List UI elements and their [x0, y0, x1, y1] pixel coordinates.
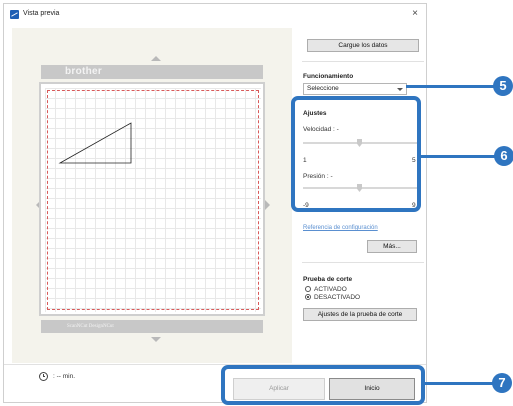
- callout-6-frame: [291, 96, 421, 212]
- title-bar: Vista previa ×: [4, 4, 426, 26]
- scroll-up-arrow-icon[interactable]: [151, 56, 161, 61]
- load-data-button[interactable]: Cargue los datos: [307, 39, 419, 52]
- estimated-time: : -- min.: [53, 373, 76, 380]
- mat-bottom-logos: ScanNCut DesignNCut: [67, 324, 114, 329]
- scroll-down-arrow-icon[interactable]: [151, 337, 161, 342]
- more-button[interactable]: Más...: [367, 240, 417, 253]
- callout-6-badge: 6: [494, 146, 513, 166]
- funcionamiento-heading: Funcionamiento: [303, 73, 354, 80]
- callout-5-line: [406, 85, 494, 88]
- callout-6-line: [421, 155, 495, 158]
- divider: [302, 262, 424, 263]
- callout-5-badge: 5: [493, 76, 513, 96]
- brand-logo: brother: [65, 66, 103, 77]
- clock-icon: [39, 372, 48, 381]
- mat-bottom-bar: ScanNCut DesignNCut: [41, 320, 263, 333]
- cutting-mat: [39, 82, 265, 316]
- operation-select[interactable]: Seleccione: [303, 83, 407, 95]
- config-reference-link[interactable]: Referencia de configuración: [303, 225, 378, 231]
- cut-test-off-radio[interactable]: [305, 294, 311, 300]
- mat-top-bar: brother: [41, 65, 263, 79]
- operation-select-value: Seleccione: [307, 85, 339, 92]
- callout-7-frame: [221, 365, 425, 405]
- chevron-down-icon: [397, 88, 403, 91]
- divider: [302, 61, 424, 62]
- triangle-shape: [58, 122, 132, 164]
- callout-7-line: [425, 382, 493, 385]
- app-icon: [10, 10, 19, 19]
- mat-preview: brother ScanNCut DesignNCut: [12, 28, 292, 363]
- window-title: Vista previa: [23, 10, 60, 17]
- callout-7-badge: 7: [492, 373, 512, 393]
- mat-drawing: [58, 122, 132, 164]
- cut-test-heading: Prueba de corte: [303, 276, 353, 283]
- close-icon[interactable]: ×: [412, 8, 418, 19]
- cut-test-on-label: ACTIVADO: [314, 286, 347, 293]
- cut-test-settings-button[interactable]: Ajustes de la prueba de corte: [303, 308, 417, 321]
- cut-test-on-radio[interactable]: [305, 286, 311, 292]
- cut-test-off-label: DESACTIVADO: [314, 294, 361, 301]
